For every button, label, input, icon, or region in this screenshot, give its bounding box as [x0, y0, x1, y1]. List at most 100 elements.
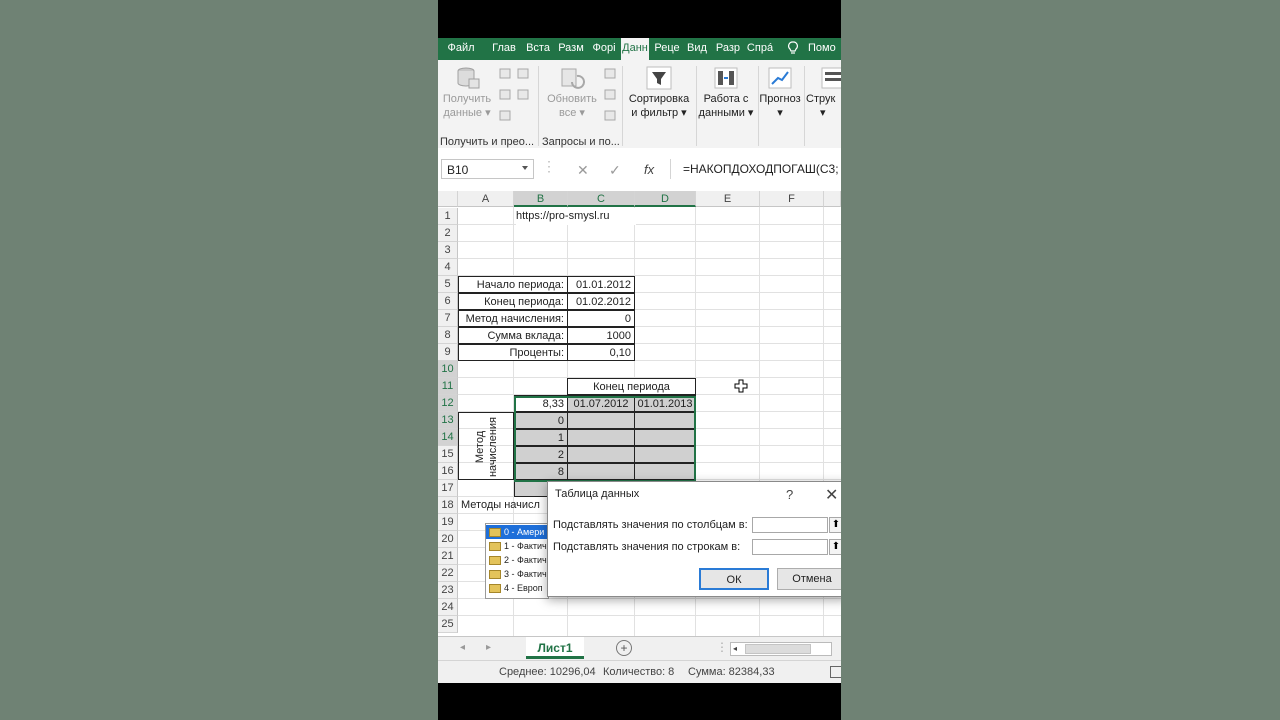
- row-header[interactable]: 13: [438, 412, 458, 429]
- forecast-button[interactable]: Прогноз ▾: [758, 66, 802, 120]
- sheet-tab-list1[interactable]: Лист1: [526, 637, 584, 659]
- cell-date-1[interactable]: 01.07.2012: [567, 395, 635, 412]
- existing-connections-icon[interactable]: [499, 110, 511, 121]
- cell-label-method[interactable]: Метод начисления:: [458, 310, 568, 327]
- scrollbar-thumb[interactable]: [745, 644, 811, 654]
- table-cell[interactable]: [567, 463, 635, 480]
- ok-button[interactable]: ОК: [699, 568, 769, 590]
- sort-filter-button[interactable]: Сортировка и фильтр ▾: [624, 66, 694, 120]
- row-header[interactable]: 2: [438, 225, 458, 242]
- cell-value-amount[interactable]: 1000: [567, 327, 635, 344]
- cancel-button[interactable]: Отмена: [777, 568, 841, 590]
- row-header[interactable]: 9: [438, 344, 458, 361]
- cell-b1-url[interactable]: https://pro-smysl.ru: [516, 208, 636, 225]
- row-header[interactable]: 17: [438, 480, 458, 497]
- row-header[interactable]: 15: [438, 446, 458, 463]
- collapse-dialog-icon[interactable]: ⬆: [829, 539, 841, 555]
- row-header[interactable]: 24: [438, 599, 458, 616]
- row-header[interactable]: 11: [438, 378, 458, 395]
- refresh-all-button[interactable]: Обновить все ▾: [542, 66, 602, 120]
- row-header[interactable]: 23: [438, 582, 458, 599]
- from-text-icon[interactable]: [499, 68, 511, 79]
- cell-method-3[interactable]: 8: [514, 463, 568, 480]
- tab-home[interactable]: Глав: [490, 38, 518, 60]
- tab-tell-me[interactable]: Помо: [808, 38, 841, 60]
- row-header[interactable]: 12: [438, 395, 458, 412]
- collapse-dialog-icon[interactable]: ⬆: [829, 517, 841, 533]
- outline-button[interactable]: Струк ▾: [806, 66, 841, 120]
- table-cell[interactable]: [567, 446, 635, 463]
- fx-icon[interactable]: fx: [644, 162, 654, 177]
- row-header[interactable]: 7: [438, 310, 458, 327]
- edit-links-icon[interactable]: [604, 110, 616, 121]
- row-header[interactable]: 14: [438, 429, 458, 446]
- cell-value-start[interactable]: 01.01.2012: [567, 276, 635, 293]
- list-item[interactable]: 3 - Фактич: [486, 567, 548, 581]
- column-input-cell-field[interactable]: [752, 539, 828, 555]
- get-data-button[interactable]: Получить данные ▾: [440, 66, 494, 120]
- column-header-c[interactable]: C: [568, 191, 635, 207]
- tab-view[interactable]: Вид: [684, 38, 710, 60]
- tab-page-layout[interactable]: Разм: [557, 38, 585, 60]
- cell-period-header[interactable]: Конец периода: [567, 378, 696, 395]
- row-header[interactable]: 25: [438, 616, 458, 633]
- tab-insert[interactable]: Вста: [524, 38, 552, 60]
- queries-connections-icon[interactable]: [604, 68, 616, 79]
- column-header-g[interactable]: [824, 191, 841, 207]
- row-header[interactable]: 4: [438, 259, 458, 276]
- row-header[interactable]: 10: [438, 361, 458, 378]
- column-header-a[interactable]: A: [458, 191, 514, 207]
- list-item[interactable]: 0 - Амери: [486, 525, 548, 539]
- cell-method-0[interactable]: 0: [514, 412, 568, 429]
- check-icon[interactable]: ✓: [609, 162, 621, 179]
- name-box[interactable]: B10: [441, 159, 534, 179]
- lightbulb-icon[interactable]: [787, 41, 799, 55]
- table-cell[interactable]: [634, 412, 696, 429]
- row-header[interactable]: 8: [438, 327, 458, 344]
- column-header-d[interactable]: D: [635, 191, 696, 207]
- list-item[interactable]: 1 - Фактич: [486, 539, 548, 553]
- help-icon[interactable]: ?: [786, 487, 793, 502]
- list-item[interactable]: 2 - Фактич: [486, 553, 548, 567]
- row-input-cell-field[interactable]: [752, 517, 828, 533]
- cell-label-start[interactable]: Начало периода:: [458, 276, 568, 293]
- row-header[interactable]: 6: [438, 293, 458, 310]
- column-header-e[interactable]: E: [696, 191, 760, 207]
- row-header[interactable]: 18: [438, 497, 458, 514]
- x-icon[interactable]: ✕: [577, 162, 589, 179]
- tab-help[interactable]: Спрá: [746, 38, 774, 60]
- cell-label-rate[interactable]: Проценты:: [458, 344, 568, 361]
- scroll-left-icon[interactable]: ◂: [733, 643, 737, 655]
- prev-sheet-icon[interactable]: ◂: [460, 642, 465, 653]
- cell-date-2[interactable]: 01.01.2013: [634, 395, 696, 412]
- horizontal-scrollbar[interactable]: ◂: [730, 642, 832, 656]
- close-icon[interactable]: ✕: [825, 485, 838, 505]
- tab-review[interactable]: Реце: [653, 38, 681, 60]
- row-header[interactable]: 22: [438, 565, 458, 582]
- cell-label-end[interactable]: Конец периода:: [458, 293, 568, 310]
- recent-sources-icon[interactable]: [517, 89, 529, 100]
- row-header[interactable]: 16: [438, 463, 458, 480]
- column-header-f[interactable]: F: [760, 191, 824, 207]
- table-cell[interactable]: [634, 446, 696, 463]
- tab-data[interactable]: Данн: [621, 38, 649, 60]
- chevron-down-icon[interactable]: [522, 166, 528, 170]
- cell-label-amount[interactable]: Сумма вклада:: [458, 327, 568, 344]
- normal-view-icon[interactable]: [830, 666, 841, 678]
- cell-a16-methods[interactable]: Методы начисл: [461, 497, 561, 514]
- cell-b10-active[interactable]: 8,33: [514, 395, 568, 412]
- properties-icon[interactable]: [604, 89, 616, 100]
- row-header[interactable]: 3: [438, 242, 458, 259]
- row-header[interactable]: 19: [438, 514, 458, 531]
- merged-method-label[interactable]: Метод начисления: [458, 412, 514, 480]
- add-sheet-icon[interactable]: +: [616, 640, 632, 656]
- tab-formulas[interactable]: Форі: [590, 38, 618, 60]
- from-web-icon[interactable]: [517, 68, 529, 79]
- column-header-b[interactable]: B: [514, 191, 568, 207]
- cell-value-rate[interactable]: 0,10: [567, 344, 635, 361]
- select-all-corner[interactable]: [438, 191, 458, 207]
- row-header[interactable]: 20: [438, 531, 458, 548]
- list-item[interactable]: 4 - Европ: [486, 581, 548, 595]
- methods-listbox[interactable]: 0 - Амери 1 - Фактич 2 - Фактич 3 - Факт…: [485, 523, 549, 599]
- table-cell[interactable]: [567, 429, 635, 446]
